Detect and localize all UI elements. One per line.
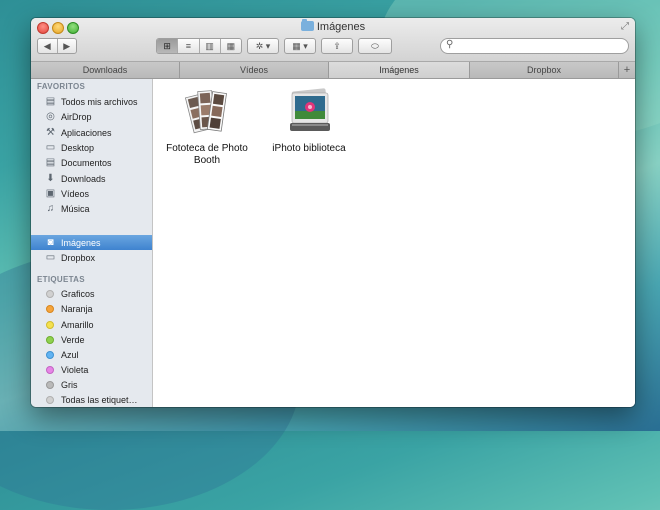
search-field[interactable]: ⚲ bbox=[440, 38, 629, 54]
sidebar-tag-graficos[interactable]: Graficos bbox=[31, 286, 152, 301]
sidebar-tag-all[interactable]: Todas las etiquet… bbox=[31, 392, 152, 407]
desktop-icon: ▭ bbox=[45, 142, 56, 153]
file-item-iphoto[interactable]: iPhoto biblioteca bbox=[259, 85, 359, 155]
arrange-menu-button[interactable]: ▦ ▾ bbox=[284, 38, 316, 54]
documents-icon: ▤ bbox=[45, 157, 56, 168]
sidebar-tag-naranja[interactable]: Naranja bbox=[31, 301, 152, 316]
sidebar-item-label: Dropbox bbox=[61, 252, 96, 263]
file-browser-area[interactable]: Fototeca de Photo Booth iPhoto bibliotec… bbox=[153, 79, 635, 407]
column-view-button[interactable]: ▥ bbox=[200, 39, 221, 53]
tag-color-dot bbox=[46, 365, 54, 374]
sidebar-item-airdrop[interactable]: ◎ AirDrop bbox=[31, 109, 152, 124]
tab-imagenes[interactable]: Imágenes bbox=[329, 62, 470, 78]
sidebar-tag-verde[interactable]: Verde bbox=[31, 332, 152, 347]
sidebar-item-label: Violeta bbox=[61, 364, 89, 375]
tag-color-dot bbox=[46, 350, 54, 359]
file-label: Fototeca de Photo Booth bbox=[166, 143, 248, 166]
sidebar-item-desktop[interactable]: ▭ Desktop bbox=[31, 140, 152, 155]
sidebar-item-label: Desktop bbox=[61, 142, 95, 153]
tag-color-dot bbox=[46, 320, 54, 329]
movies-icon: ▣ bbox=[45, 188, 56, 199]
sidebar-item-music[interactable]: ♫ Música bbox=[31, 201, 152, 216]
tab-downloads[interactable]: Downloads bbox=[31, 62, 180, 78]
file-label: iPhoto biblioteca bbox=[272, 143, 346, 154]
sidebar-item-label: Música bbox=[61, 203, 90, 214]
sidebar-tag-violeta[interactable]: Violeta bbox=[31, 362, 152, 377]
music-icon: ♫ bbox=[46, 203, 55, 214]
camera-icon: ◙ bbox=[47, 237, 54, 248]
sidebar-section-tags: ETIQUETAS bbox=[37, 275, 85, 284]
sidebar-item-label: Todos mis archivos bbox=[61, 96, 138, 107]
tag-color-dot bbox=[46, 304, 54, 313]
back-forward-control: ◀ ▶ bbox=[37, 38, 77, 54]
window-title: Imágenes bbox=[31, 19, 635, 33]
action-menu-button[interactable]: ✲ ▾ bbox=[247, 38, 279, 54]
sidebar-item-label: Azul bbox=[61, 349, 79, 360]
window-title-text: Imágenes bbox=[316, 21, 366, 33]
folder-icon: ▭ bbox=[45, 252, 56, 263]
sidebar-item-label: Documentos bbox=[61, 157, 112, 168]
tag-color-dot bbox=[46, 289, 54, 298]
sidebar: FAVORITOS ▤ Todos mis archivos ◎ AirDrop… bbox=[31, 79, 153, 407]
sidebar-item-imagenes[interactable]: ◙ Imágenes bbox=[31, 235, 152, 250]
folder-icon bbox=[300, 19, 314, 31]
sidebar-item-label: Downloads bbox=[61, 173, 106, 184]
photo-booth-icon bbox=[184, 90, 227, 134]
tab-bar: Downloads Vídeos Imágenes Dropbox + bbox=[31, 62, 635, 79]
fullscreen-icon[interactable]: ⤢ bbox=[621, 21, 629, 32]
all-files-icon: ▤ bbox=[45, 96, 56, 107]
tag-color-dot bbox=[46, 395, 54, 404]
sidebar-item-label: Imágenes bbox=[61, 237, 101, 248]
tag-button[interactable]: ⬭ bbox=[358, 38, 392, 54]
sidebar-item-videos[interactable]: ▣ Vídeos bbox=[31, 186, 152, 201]
sidebar-item-label: Aplicaciones bbox=[61, 127, 112, 138]
coverflow-view-button[interactable]: ▦ bbox=[221, 39, 241, 53]
applications-icon: ⚒ bbox=[46, 127, 55, 138]
sidebar-item-label: Naranja bbox=[61, 303, 93, 314]
sidebar-item-label: Vídeos bbox=[61, 188, 90, 199]
tag-color-dot bbox=[46, 380, 54, 389]
sidebar-item-label: Amarillo bbox=[61, 319, 94, 330]
sidebar-tag-gris[interactable]: Gris bbox=[31, 377, 152, 392]
icon-view-button[interactable]: ⊞ bbox=[157, 39, 179, 53]
view-mode-control: ⊞ ≡ ▥ ▦ bbox=[156, 38, 242, 54]
sidebar-tag-azul[interactable]: Azul bbox=[31, 347, 152, 362]
new-tab-button[interactable]: + bbox=[618, 62, 635, 78]
sidebar-item-label: Verde bbox=[61, 334, 85, 345]
sidebar-item-applications[interactable]: ⚒ Aplicaciones bbox=[31, 125, 152, 140]
back-button[interactable]: ◀ bbox=[38, 39, 58, 53]
list-view-button[interactable]: ≡ bbox=[178, 39, 200, 53]
sidebar-item-label: AirDrop bbox=[61, 111, 92, 122]
tab-dropbox[interactable]: Dropbox bbox=[470, 62, 619, 78]
forward-button[interactable]: ▶ bbox=[58, 39, 77, 53]
sidebar-item-label: Graficos bbox=[61, 288, 95, 299]
search-input[interactable] bbox=[459, 39, 619, 53]
sidebar-item-downloads[interactable]: ⬇ Downloads bbox=[31, 171, 152, 186]
search-icon: ⚲ bbox=[446, 39, 454, 50]
share-button[interactable]: ⇪ bbox=[321, 38, 353, 54]
finder-window: Imágenes ⤢ ◀ ▶ ⊞ ≡ ▥ ▦ ✲ ▾ ▦ ▾ ⇪ ⬭ ⚲ Dow… bbox=[31, 18, 635, 407]
sidebar-item-dropbox[interactable]: ▭ Dropbox bbox=[31, 250, 152, 265]
file-item-photo-booth[interactable]: Fototeca de Photo Booth bbox=[157, 85, 257, 167]
sidebar-section-favorites: FAVORITOS bbox=[37, 82, 86, 91]
sidebar-item-label: Todas las etiquet… bbox=[61, 394, 138, 405]
tab-videos[interactable]: Vídeos bbox=[180, 62, 329, 78]
tag-color-dot bbox=[46, 335, 54, 344]
airdrop-icon: ◎ bbox=[46, 111, 55, 122]
downloads-icon: ⬇ bbox=[46, 173, 55, 184]
sidebar-tag-amarillo[interactable]: Amarillo bbox=[31, 317, 152, 332]
sidebar-item-all-files[interactable]: ▤ Todos mis archivos bbox=[31, 94, 152, 109]
sidebar-item-documents[interactable]: ▤ Documentos bbox=[31, 155, 152, 170]
iphoto-icon bbox=[290, 88, 330, 131]
sidebar-item-label: Gris bbox=[61, 379, 78, 390]
title-bar: Imágenes ⤢ ◀ ▶ ⊞ ≡ ▥ ▦ ✲ ▾ ▦ ▾ ⇪ ⬭ ⚲ bbox=[31, 18, 635, 62]
